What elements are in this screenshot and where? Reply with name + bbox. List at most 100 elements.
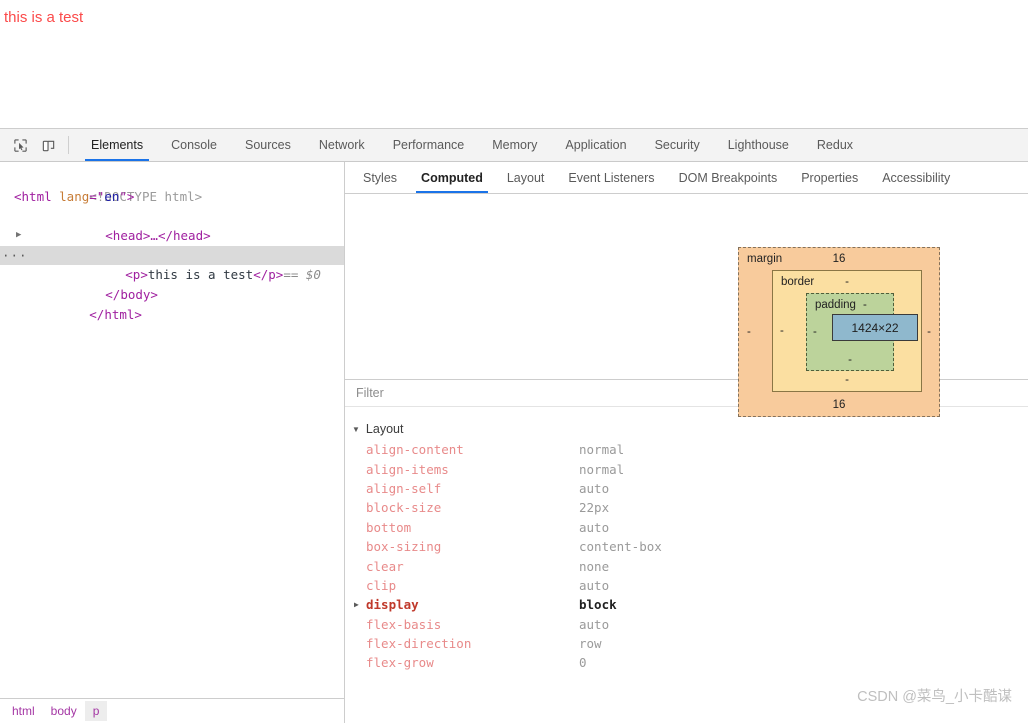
html-lang-equals: =" xyxy=(89,189,104,204)
prop-value-box-sizing: content-box xyxy=(579,539,662,554)
dom-row-html-close[interactable]: </html> xyxy=(0,285,344,305)
tab-lighthouse[interactable]: Lighthouse xyxy=(714,129,803,161)
html-lang-attr-value: en xyxy=(104,189,119,204)
prop-name-align-self: align-self xyxy=(366,481,579,496)
box-model-margin-right[interactable]: - xyxy=(927,326,931,338)
prop-name-display: display xyxy=(366,597,579,612)
styles-subtabstrip: Styles Computed Layout Event Listeners D… xyxy=(345,162,1028,194)
prop-value-flex-grow: 0 xyxy=(579,655,587,670)
subtab-event-listeners[interactable]: Event Listeners xyxy=(556,162,666,193)
dom-tree: <!DOCTYPE html> <html lang="en"> ▶<head>… xyxy=(0,167,344,305)
tab-performance[interactable]: Performance xyxy=(379,129,479,161)
tab-sources[interactable]: Sources xyxy=(231,129,305,161)
rendered-page-viewport: this is a test xyxy=(0,0,1028,128)
prop-name-flex-basis: flex-basis xyxy=(366,617,579,632)
computed-row-block-size[interactable]: block-size 22px xyxy=(345,498,1028,517)
prop-name-bottom: bottom xyxy=(366,520,579,535)
computed-section-layout-label: Layout xyxy=(366,422,404,436)
dom-row-html-open[interactable]: <html lang="en"> xyxy=(0,187,344,207)
computed-row-align-self[interactable]: align-self auto xyxy=(345,479,1028,498)
filter-input[interactable] xyxy=(354,385,654,401)
box-model-content-box[interactable]: 1424×22 xyxy=(832,314,918,341)
prop-value-bottom: auto xyxy=(579,520,609,535)
box-model-margin-left[interactable]: - xyxy=(747,326,751,338)
tab-memory[interactable]: Memory xyxy=(478,129,551,161)
dom-row-head[interactable]: ▶<head>…</head> xyxy=(0,206,344,226)
prop-value-clear: none xyxy=(579,559,609,574)
prop-value-clip: auto xyxy=(579,578,609,593)
tab-console-label: Console xyxy=(171,138,217,152)
tab-network[interactable]: Network xyxy=(305,129,379,161)
dom-row-body-close[interactable]: </body> xyxy=(0,265,344,285)
styles-sidebar-panel: Styles Computed Layout Event Listeners D… xyxy=(345,162,1028,723)
prop-name-flex-direction: flex-direction xyxy=(366,636,579,651)
inspect-element-icon[interactable] xyxy=(6,129,34,161)
subtab-styles[interactable]: Styles xyxy=(351,162,409,193)
computed-row-clip[interactable]: clip auto xyxy=(345,576,1028,595)
more-options-icon[interactable]: ··· xyxy=(2,246,28,266)
tab-memory-label: Memory xyxy=(492,138,537,152)
subtab-styles-label: Styles xyxy=(363,171,397,185)
tab-console[interactable]: Console xyxy=(157,129,231,161)
box-model-margin-box[interactable]: margin 16 16 - - border - - - - padding … xyxy=(738,247,940,417)
box-model-padding-left[interactable]: - xyxy=(813,326,817,338)
box-model-border-bottom[interactable]: - xyxy=(773,374,921,386)
subtab-layout-label: Layout xyxy=(507,171,545,185)
box-model-border-left[interactable]: - xyxy=(780,325,784,337)
tab-sources-label: Sources xyxy=(245,138,291,152)
box-model-padding-label: padding xyxy=(815,299,856,311)
subtab-accessibility-label: Accessibility xyxy=(882,171,950,185)
html-close-text: </html> xyxy=(89,307,142,322)
tab-redux[interactable]: Redux xyxy=(803,129,867,161)
chevron-right-icon[interactable]: ▶ xyxy=(354,600,359,609)
subtab-computed[interactable]: Computed xyxy=(409,162,495,193)
tab-security[interactable]: Security xyxy=(641,129,714,161)
dom-row-p-selected[interactable]: ···<p>this is a test</p>== $0 xyxy=(0,246,344,266)
subtab-properties-label: Properties xyxy=(801,171,858,185)
box-model-margin-top[interactable]: 16 xyxy=(739,253,939,265)
computed-row-bottom[interactable]: bottom auto xyxy=(345,518,1028,537)
prop-name-flex-grow: flex-grow xyxy=(366,655,579,670)
tab-application[interactable]: Application xyxy=(551,129,640,161)
prop-name-block-size: block-size xyxy=(366,500,579,515)
prop-value-align-content: normal xyxy=(579,442,624,457)
page-paragraph-text: this is a test xyxy=(4,9,83,26)
box-model-padding-box[interactable]: padding - - - - 1424×22 xyxy=(806,293,894,371)
prop-value-align-self: auto xyxy=(579,481,609,496)
breadcrumb-item-body[interactable]: body xyxy=(43,701,85,721)
devtools-split: <!DOCTYPE html> <html lang="en"> ▶<head>… xyxy=(0,162,1028,723)
prop-value-block-size: 22px xyxy=(579,500,609,515)
subtab-properties[interactable]: Properties xyxy=(789,162,870,193)
box-model-padding-top[interactable]: - xyxy=(863,299,889,311)
subtab-accessibility[interactable]: Accessibility xyxy=(870,162,962,193)
computed-row-align-items[interactable]: align-items normal xyxy=(345,459,1028,478)
devtools-window: Elements Console Sources Network Perform… xyxy=(0,128,1028,722)
prop-value-align-items: normal xyxy=(579,462,624,477)
subtab-dom-breakpoints[interactable]: DOM Breakpoints xyxy=(667,162,790,193)
prop-value-flex-basis: auto xyxy=(579,617,609,632)
tab-security-label: Security xyxy=(655,138,700,152)
device-toolbar-icon[interactable] xyxy=(34,129,62,161)
prop-name-box-sizing: box-sizing xyxy=(366,539,579,554)
computed-row-box-sizing[interactable]: box-sizing content-box xyxy=(345,537,1028,556)
tab-performance-label: Performance xyxy=(393,138,465,152)
breadcrumb-item-html[interactable]: html xyxy=(4,701,43,721)
subtab-dom-breakpoints-label: DOM Breakpoints xyxy=(679,171,778,185)
computed-section-layout[interactable]: ▼ Layout xyxy=(345,418,1028,440)
computed-row-align-content[interactable]: align-content normal xyxy=(345,440,1028,459)
computed-row-flex-basis[interactable]: flex-basis auto xyxy=(345,615,1028,634)
dom-row-body-open[interactable]: ▼<body> xyxy=(0,226,344,246)
dom-tree-panel: <!DOCTYPE html> <html lang="en"> ▶<head>… xyxy=(0,162,345,723)
tab-elements[interactable]: Elements xyxy=(77,129,157,161)
box-model-border-box[interactable]: border - - - - padding - - - - 1424× xyxy=(772,270,922,392)
subtab-layout[interactable]: Layout xyxy=(495,162,557,193)
breadcrumb-item-p[interactable]: p xyxy=(85,701,108,721)
computed-row-flex-grow[interactable]: flex-grow 0 xyxy=(345,653,1028,672)
computed-row-display[interactable]: ▶ display block xyxy=(345,595,1028,614)
dom-row-doctype[interactable]: <!DOCTYPE html> xyxy=(0,167,344,187)
prop-name-clip: clip xyxy=(366,578,579,593)
box-model-border-top[interactable]: - xyxy=(773,276,921,288)
box-model-padding-bottom[interactable]: - xyxy=(807,354,893,366)
computed-row-clear[interactable]: clear none xyxy=(345,556,1028,575)
computed-row-flex-direction[interactable]: flex-direction row xyxy=(345,634,1028,653)
